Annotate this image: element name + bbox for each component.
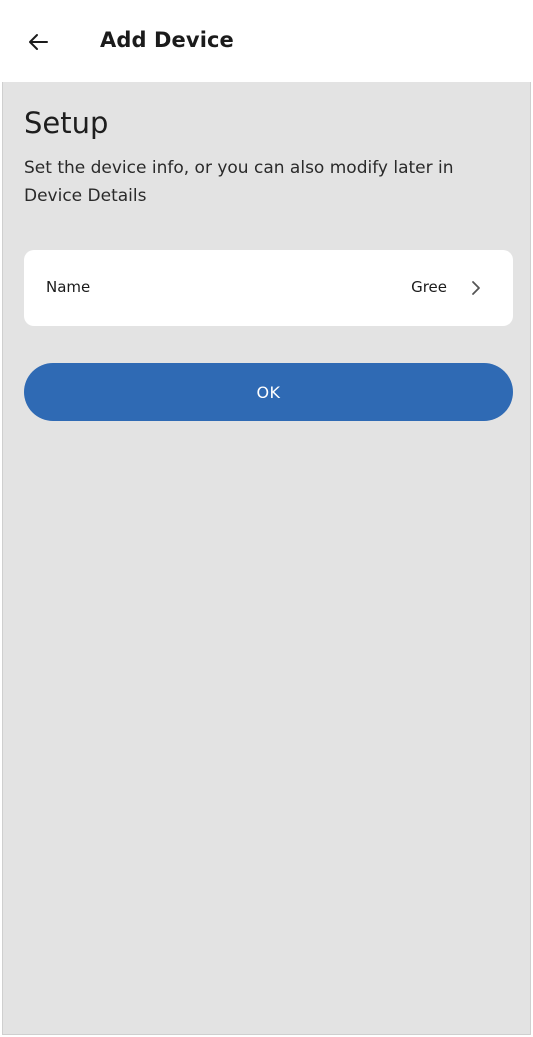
- setup-heading: Setup: [24, 106, 109, 140]
- name-value: Gree: [411, 278, 447, 296]
- page-title: Add Device: [100, 28, 234, 52]
- chevron-right-icon: [469, 278, 483, 298]
- arrow-left-icon: [29, 34, 48, 50]
- ok-button[interactable]: OK: [24, 363, 513, 421]
- name-label: Name: [46, 278, 91, 296]
- device-name-row[interactable]: Name Gree: [24, 250, 513, 326]
- back-button[interactable]: [22, 26, 54, 58]
- app-bar: Add Device: [2, 2, 531, 82]
- setup-description: Set the device info, or you can also mod…: [24, 158, 454, 206]
- add-device-screen: Add Device Setup Set the device info, or…: [2, 2, 531, 1035]
